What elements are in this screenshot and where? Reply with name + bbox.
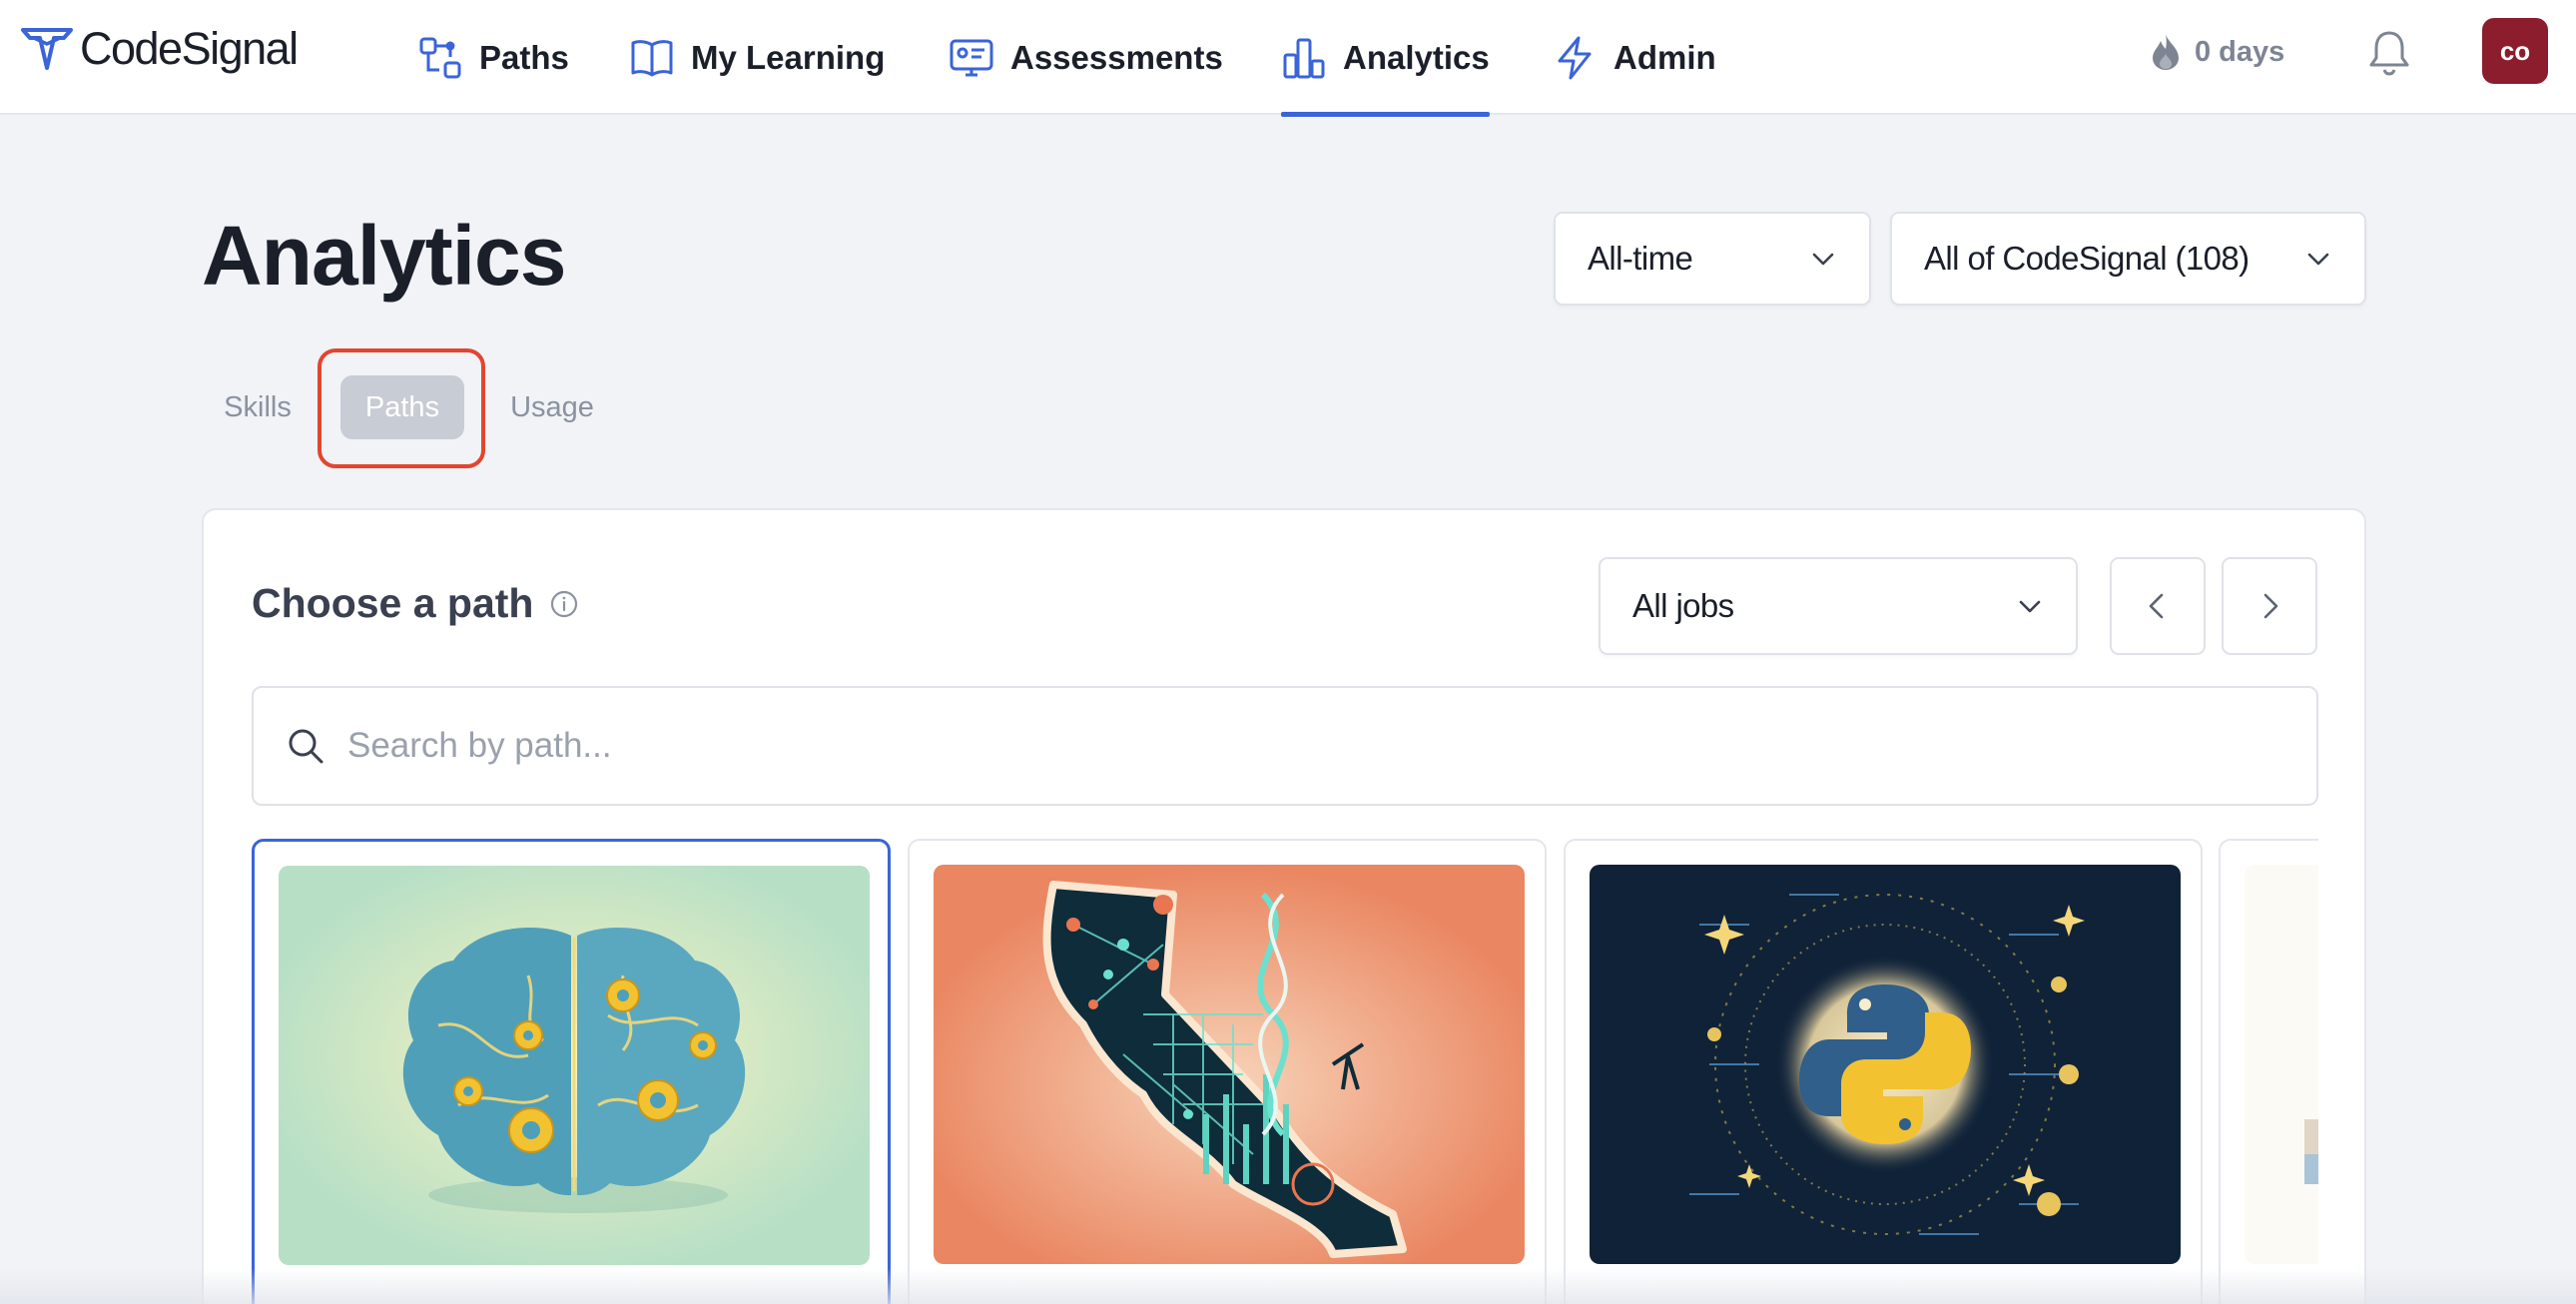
nav-item-admin[interactable]: Admin	[1552, 0, 1716, 115]
path-card-brain[interactable]	[252, 839, 891, 1304]
chevron-down-icon	[2019, 600, 2041, 613]
python-stars-illustration	[1590, 865, 2181, 1264]
top-navigation-bar: CodeSignal Paths My Learning Assessments…	[0, 0, 2576, 117]
path-card-california[interactable]	[908, 839, 1547, 1304]
search-input[interactable]	[347, 726, 2245, 766]
flame-icon	[2153, 34, 2179, 70]
tab-skills[interactable]: Skills	[212, 375, 304, 439]
chevron-right-icon	[2263, 593, 2278, 619]
jobs-dropdown[interactable]: All jobs	[1599, 557, 2078, 655]
path-card-image	[2245, 865, 2318, 1264]
nav-label-paths: Paths	[479, 38, 569, 76]
panel-title: Choose a path	[252, 580, 534, 626]
next-button[interactable]	[2222, 557, 2317, 655]
scope-dropdown[interactable]: All of CodeSignal (108)	[1890, 212, 2366, 306]
book-icon	[631, 39, 673, 76]
page-title: Analytics	[202, 209, 566, 303]
streak-indicator[interactable]: 0 days	[2149, 30, 2284, 74]
assessment-icon	[950, 39, 993, 76]
path-card-partial-wrapper	[2219, 839, 2318, 1304]
path-card-python[interactable]	[1564, 839, 2203, 1304]
panel-heading: Choose a path	[252, 580, 579, 627]
nav-item-paths[interactable]: Paths	[417, 0, 569, 115]
tab-highlight-outline	[318, 348, 485, 468]
info-icon[interactable]	[549, 589, 579, 619]
path-search-box[interactable]	[252, 686, 2318, 806]
bell-icon[interactable]	[2364, 27, 2414, 77]
nav-item-assessments[interactable]: Assessments	[949, 0, 1223, 115]
tab-usage[interactable]: Usage	[501, 375, 603, 439]
path-card-image	[1590, 865, 2181, 1264]
paths-icon	[419, 37, 461, 78]
scope-value: All of CodeSignal (108)	[1924, 240, 2250, 277]
brand-name: CodeSignal	[80, 23, 299, 74]
user-avatar[interactable]: co	[2482, 18, 2548, 84]
analytics-icon	[1283, 38, 1325, 78]
jobs-value: All jobs	[1632, 587, 1734, 624]
nav-label-assessments: Assessments	[1010, 38, 1223, 76]
california-data-science-illustration	[934, 865, 1525, 1264]
codesignal-logo[interactable]: CodeSignal	[20, 23, 299, 74]
nav-item-analytics[interactable]: Analytics	[1281, 0, 1490, 117]
chevron-down-icon	[2307, 253, 2329, 266]
nav-label-admin: Admin	[1613, 38, 1716, 76]
chevron-left-icon	[2149, 593, 2164, 619]
search-icon	[289, 729, 323, 764]
path-card-image	[279, 866, 870, 1265]
lightning-icon	[1558, 36, 1592, 79]
nav-label-analytics: Analytics	[1343, 38, 1490, 76]
path-card-partial[interactable]	[2219, 839, 2318, 1304]
previous-button[interactable]	[2110, 557, 2206, 655]
time-range-value: All-time	[1588, 240, 1693, 277]
chevron-down-icon	[1812, 253, 1834, 266]
brain-gears-illustration	[279, 866, 870, 1265]
streak-days: 0 days	[2195, 35, 2285, 68]
nav-label-my-learning: My Learning	[691, 38, 886, 76]
codesignal-logo-icon	[21, 28, 73, 70]
path-card-image	[934, 865, 1525, 1264]
time-range-dropdown[interactable]: All-time	[1554, 212, 1871, 306]
partially-visible-illustration	[2245, 865, 2318, 1264]
nav-item-my-learning[interactable]: My Learning	[629, 0, 885, 115]
